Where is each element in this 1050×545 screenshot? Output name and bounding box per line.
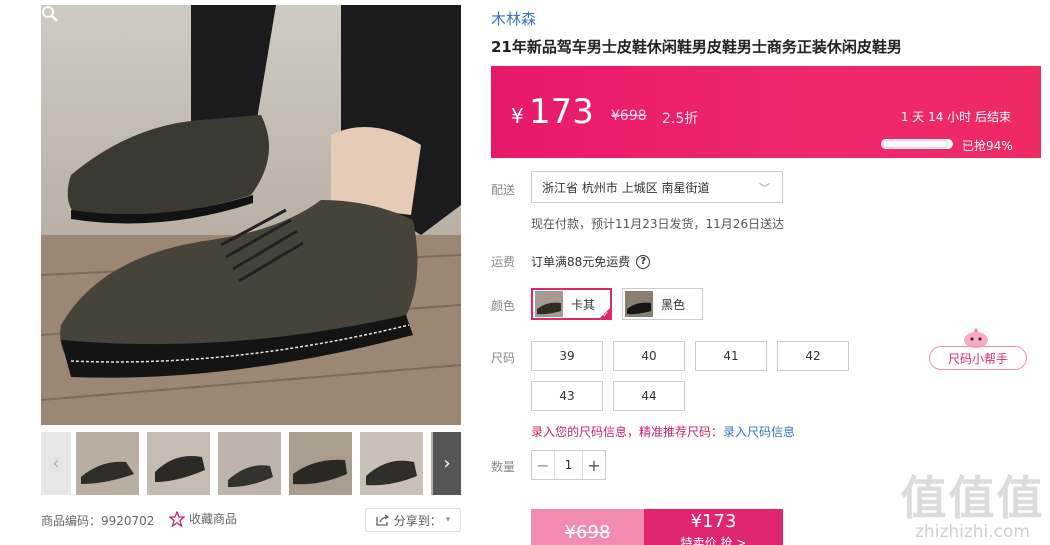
size-label: 尺码 — [491, 351, 516, 365]
thumbnail[interactable] — [360, 432, 423, 495]
shipping-label: 配送 — [491, 183, 516, 197]
color-label: 颜色 — [491, 299, 516, 313]
size-option[interactable]: 44 — [613, 381, 685, 411]
thumbnail[interactable] — [218, 432, 281, 495]
buy-original-price: ¥698 — [531, 509, 644, 545]
size-option[interactable]: 40 — [613, 341, 685, 371]
checkmark-icon: ✓ — [602, 310, 609, 319]
size-tip-text: 录入您的尺码信息，精准推荐尺码： — [531, 425, 724, 439]
favorite-button[interactable]: 收藏商品 — [169, 510, 237, 527]
chevron-down-icon: ﹀ — [759, 182, 770, 195]
share-label: 分享到： — [393, 513, 442, 528]
chevron-down-icon: ▾ — [445, 515, 451, 525]
discount-label: 2.5折 — [662, 111, 699, 127]
brand-link[interactable]: 木林森 — [491, 8, 536, 29]
size-helper-button[interactable]: 尺码小帮手 — [929, 346, 1027, 370]
thumbnail[interactable] — [289, 432, 352, 495]
quantity-decrease-button[interactable]: − — [532, 451, 554, 479]
magnifier-icon[interactable] — [41, 5, 59, 23]
chevron-left-icon[interactable]: ‹ — [41, 432, 71, 495]
currency-symbol: ¥ — [511, 104, 524, 128]
watermark-logo: 值值值 — [900, 471, 1045, 525]
mascot-icon — [964, 327, 988, 348]
color-swatch — [625, 291, 653, 317]
star-icon — [169, 510, 185, 527]
product-title: 21年新品驾车男士皮鞋休闲鞋男皮鞋男士商务正装休闲皮鞋男 — [491, 38, 902, 56]
color-option-label: 黑色 — [661, 297, 686, 312]
size-option[interactable]: 43 — [531, 381, 603, 411]
sold-progress-bar — [881, 139, 953, 149]
countdown-timer: 1 天 14 小时 后结束 — [900, 110, 1011, 124]
size-option[interactable]: 42 — [777, 341, 849, 371]
watermark-domain: zhizhizhi.com — [915, 522, 1030, 542]
quantity-input[interactable]: 1 — [554, 451, 583, 479]
freight-label: 运费 — [491, 255, 516, 269]
thumbnail-strip: ‹ › — [41, 432, 461, 495]
size-option[interactable]: 39 — [531, 341, 603, 371]
address-select[interactable]: 浙江省 杭州市 上城区 南星街道 ﹀ — [531, 171, 783, 203]
watermark: 值值值 zhizhizhi.com — [900, 462, 1045, 542]
question-icon[interactable]: ? — [636, 254, 651, 269]
freight-note: 订单满88元免运费 — [531, 255, 631, 269]
sale-price: 173 — [529, 92, 594, 132]
color-option-khaki[interactable]: 卡其 ✓ — [531, 288, 612, 320]
main-product-image[interactable] — [41, 5, 461, 425]
sold-progress-fill — [882, 140, 948, 148]
color-swatch — [535, 291, 563, 317]
size-info-link[interactable]: 录入尺码信息 — [723, 425, 795, 439]
color-option-black[interactable]: 黑色 — [622, 288, 703, 320]
product-meta-row: 商品编码：9920702 收藏商品 分享到： ▾ — [41, 508, 461, 532]
address-value: 浙江省 杭州市 上城区 南星街道 — [542, 180, 710, 195]
thumbnail[interactable] — [76, 432, 139, 495]
buy-caption: 特卖价 抢 > — [680, 536, 747, 545]
favorite-label: 收藏商品 — [189, 512, 238, 526]
original-price: ¥698 — [611, 108, 647, 124]
buy-button-group: ¥698 ¥173 特卖价 抢 > — [531, 509, 783, 545]
quantity-label: 数量 — [491, 460, 516, 474]
product-code: 商品编码：9920702 — [41, 514, 155, 528]
delivery-estimate: 现在付款，预计11月23日发货，11月26日送达 — [531, 217, 785, 231]
price-banner: ¥ 173 ¥698 2.5折 1 天 14 小时 后结束 已抢94% — [491, 66, 1041, 158]
color-option-label: 卡其 — [571, 297, 596, 312]
freight-info: 订单满88元免运费 ? — [531, 253, 651, 270]
thumbnail[interactable] — [147, 432, 210, 495]
buy-price: ¥173 — [690, 511, 737, 532]
share-button[interactable]: 分享到： ▾ — [365, 508, 461, 532]
chevron-right-icon[interactable]: › — [433, 432, 461, 495]
quantity-increase-button[interactable]: + — [583, 451, 605, 479]
size-tip: 录入您的尺码信息，精准推荐尺码：录入尺码信息 — [531, 423, 795, 440]
quantity-stepper: − 1 + — [531, 450, 606, 480]
buy-now-button[interactable]: ¥173 特卖价 抢 > — [644, 509, 783, 545]
sold-percent-label: 已抢94% — [962, 139, 1013, 153]
share-icon — [376, 514, 389, 526]
size-option[interactable]: 41 — [695, 341, 767, 371]
